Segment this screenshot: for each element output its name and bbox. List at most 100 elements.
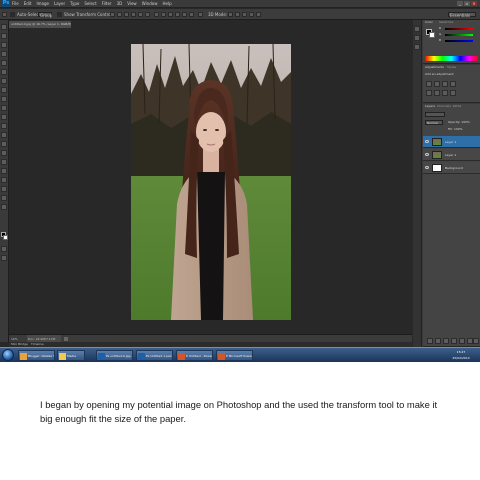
shape-tool-icon[interactable] (1, 177, 7, 183)
screen-mode-icon[interactable] (1, 255, 7, 261)
layer-row[interactable]: Background (423, 162, 480, 174)
3d-slide-icon[interactable] (249, 12, 254, 17)
status-menu-arrow-icon[interactable] (64, 337, 68, 341)
auto-select-checkbox[interactable] (10, 12, 15, 17)
crop-tool-icon[interactable] (1, 60, 7, 66)
opacity-field[interactable]: Opacity: 100% (448, 120, 470, 125)
menu-help[interactable]: Help (162, 0, 171, 8)
align-top-icon[interactable] (110, 12, 115, 17)
exposure-icon[interactable] (450, 81, 456, 87)
photo-filter-icon[interactable] (450, 90, 456, 96)
eyedropper-tool-icon[interactable] (1, 69, 7, 75)
layer-style-icon[interactable] (435, 338, 441, 344)
layer-visibility-eye-icon[interactable] (425, 140, 429, 143)
pen-tool-icon[interactable] (1, 150, 7, 156)
tab-channels[interactable]: Channels (437, 104, 451, 109)
tab-adjustments[interactable]: Adjustments (425, 65, 444, 70)
hand-tool-icon[interactable] (1, 195, 7, 201)
brightness-contrast-icon[interactable] (426, 81, 432, 87)
menu-select[interactable]: Select (84, 0, 96, 8)
eraser-tool-icon[interactable] (1, 114, 7, 120)
align-left-icon[interactable] (131, 12, 136, 17)
distribute-left-icon[interactable] (175, 12, 180, 17)
lasso-tool-icon[interactable] (1, 42, 7, 48)
menu-window[interactable]: Window (142, 0, 158, 8)
tab-swatches[interactable]: Swatches (439, 20, 453, 25)
taskbar-item[interactable]: Media (57, 350, 85, 361)
new-adjustment-icon[interactable] (451, 338, 457, 344)
link-layers-icon[interactable] (427, 338, 433, 344)
menu-image[interactable]: Image (36, 0, 49, 8)
minimize-button[interactable]: _ (457, 1, 463, 6)
align-bottom-icon[interactable] (124, 12, 129, 17)
fill-field[interactable]: Fill: 100% (448, 127, 463, 132)
layer-visibility-eye-icon[interactable] (425, 153, 429, 156)
blend-mode-dropdown[interactable]: Normal (425, 120, 443, 125)
document-photo[interactable] (131, 44, 291, 320)
distribute-hcenter-icon[interactable] (182, 12, 187, 17)
color-balance-icon[interactable] (434, 90, 440, 96)
color-bg-swatch[interactable] (429, 32, 435, 38)
background-color-swatch[interactable] (3, 235, 8, 240)
properties-panel-icon[interactable] (414, 35, 420, 41)
layer-filter-dropdown[interactable] (425, 112, 445, 117)
zoom-tool-icon[interactable] (1, 204, 7, 210)
maximize-button[interactable]: ▫ (464, 1, 470, 6)
hue-saturation-icon[interactable] (426, 90, 432, 96)
tab-layers[interactable]: Layers (425, 104, 435, 109)
menu-view[interactable]: View (127, 0, 137, 8)
taskbar-item[interactable]: P Microsoft Power... (216, 350, 253, 361)
dodge-tool-icon[interactable] (1, 141, 7, 147)
history-panel-icon[interactable] (414, 26, 420, 32)
new-group-icon[interactable] (459, 338, 465, 344)
delete-layer-icon[interactable] (473, 338, 479, 344)
auto-select-dropdown[interactable]: Group (38, 12, 52, 18)
marquee-tool-icon[interactable] (1, 33, 7, 39)
align-right-icon[interactable] (145, 12, 150, 17)
taskbar-item[interactable]: Blogger: Natalie S... (18, 350, 55, 361)
layer-row[interactable]: Layer 1 (423, 136, 480, 148)
taskbar-item[interactable]: P Untitled - Power... (176, 350, 213, 361)
align-hcenter-icon[interactable] (138, 12, 143, 17)
blue-slider[interactable] (445, 40, 473, 42)
menu-filter[interactable]: Filter (102, 0, 112, 8)
distribute-top-icon[interactable] (154, 12, 159, 17)
menu-layer[interactable]: Layer (54, 0, 65, 8)
green-slider[interactable] (445, 34, 473, 36)
add-mask-icon[interactable] (443, 338, 449, 344)
taskbar-item[interactable]: Ps Untitled-1.psd... (136, 350, 173, 361)
workspace-dropdown[interactable]: Essentials (448, 12, 476, 18)
character-panel-icon[interactable] (414, 44, 420, 50)
show-transform-checkbox[interactable] (57, 12, 62, 17)
clone-stamp-tool-icon[interactable] (1, 96, 7, 102)
healing-brush-tool-icon[interactable] (1, 78, 7, 84)
black-white-icon[interactable] (442, 90, 448, 96)
quick-mask-icon[interactable] (1, 246, 7, 252)
path-select-tool-icon[interactable] (1, 168, 7, 174)
levels-icon[interactable] (434, 81, 440, 87)
color-spectrum-ramp[interactable] (425, 56, 478, 61)
document-tab[interactable]: untitled-0.jpg @ 16.7% (Layer 1, RGB/8) (9, 21, 71, 28)
menu-type[interactable]: Type (70, 0, 79, 8)
menu-3d[interactable]: 3D (117, 0, 123, 8)
blur-tool-icon[interactable] (1, 132, 7, 138)
gradient-tool-icon[interactable] (1, 123, 7, 129)
type-tool-icon[interactable] (1, 159, 7, 165)
3d-scale-icon[interactable] (256, 12, 261, 17)
brush-tool-icon[interactable] (1, 87, 7, 93)
3d-drag-icon[interactable] (242, 12, 247, 17)
curves-icon[interactable] (442, 81, 448, 87)
move-tool-preset-icon[interactable] (2, 12, 7, 17)
distribute-right-icon[interactable] (189, 12, 194, 17)
red-slider[interactable] (445, 28, 473, 30)
distribute-bottom-icon[interactable] (168, 12, 173, 17)
layer-visibility-eye-icon[interactable] (425, 166, 429, 169)
align-vcenter-icon[interactable] (117, 12, 122, 17)
move-tool-icon[interactable] (1, 24, 7, 30)
close-button[interactable]: × (471, 1, 477, 6)
menu-edit[interactable]: Edit (24, 0, 32, 8)
3d-rotate-icon[interactable] (228, 12, 233, 17)
auto-align-icon[interactable] (198, 12, 203, 17)
history-brush-tool-icon[interactable] (1, 105, 7, 111)
system-clock[interactable]: 15:27 25/02/2014 (444, 349, 478, 362)
